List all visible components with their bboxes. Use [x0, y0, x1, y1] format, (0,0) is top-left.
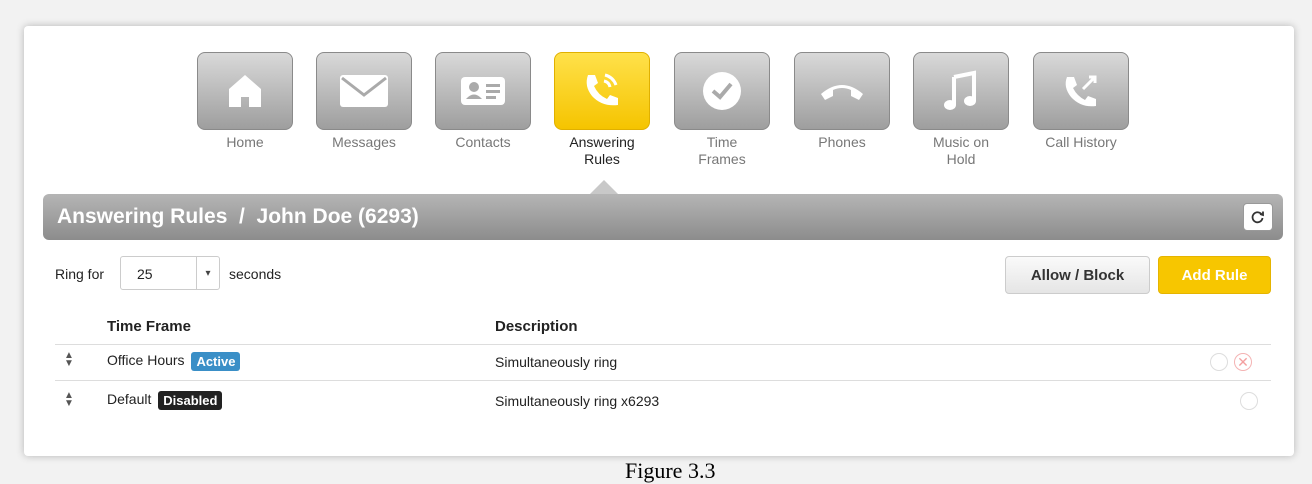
home-icon: [229, 75, 261, 107]
nav-home[interactable]: Home: [195, 52, 295, 151]
column-header-description[interactable]: Description: [495, 318, 578, 335]
add-rule-button[interactable]: Add Rule: [1158, 256, 1271, 294]
nav-phones-label: Phones: [818, 134, 866, 150]
clock-icon: [703, 72, 741, 110]
row-time-frame: Office Hours: [107, 352, 185, 369]
row-time-frame: Default: [107, 391, 152, 408]
row-description: Simultaneously ring x6293: [495, 393, 660, 409]
edit-icon[interactable]: [1240, 392, 1258, 410]
seconds-label: seconds: [229, 266, 282, 282]
row-divider: [55, 380, 1271, 381]
drag-handle-icon[interactable]: ▲ ▼: [64, 351, 74, 369]
allow-block-button[interactable]: Allow / Block: [1005, 256, 1150, 294]
section-header: Answering Rules / John Doe (6293): [43, 194, 1283, 240]
refresh-button[interactable]: [1243, 203, 1273, 231]
table-row[interactable]: Default Disabled: [107, 391, 223, 410]
column-header-time-frame[interactable]: Time Frame: [107, 318, 191, 335]
nav-music-on-hold-label: Music on Hold: [932, 134, 990, 167]
chevron-down-icon[interactable]: ▾: [196, 257, 219, 289]
nav-messages-label: Messages: [332, 134, 396, 150]
nav-call-history-label: Call History: [1045, 134, 1117, 150]
home-tile[interactable]: [197, 52, 293, 130]
nav-time-frames[interactable]: Time Frames: [672, 52, 772, 168]
nav-call-history[interactable]: Call History: [1031, 52, 1131, 151]
answering-rules-tile[interactable]: [554, 52, 650, 130]
status-badge: Disabled: [158, 391, 223, 410]
edit-icon[interactable]: [1210, 353, 1228, 371]
music-note-icon: [944, 70, 976, 110]
envelope-icon: [340, 75, 388, 107]
nav-home-label: Home: [226, 134, 264, 150]
call-history-tile[interactable]: [1033, 52, 1129, 130]
nav-messages[interactable]: Messages: [314, 52, 414, 151]
music-on-hold-tile[interactable]: [913, 52, 1009, 130]
ring-seconds-select[interactable]: 25 ▾: [120, 256, 220, 290]
delete-icon[interactable]: ✕: [1234, 353, 1252, 371]
nav-answering-rules[interactable]: Answering Rules: [552, 52, 652, 168]
phones-tile[interactable]: [794, 52, 890, 130]
messages-tile[interactable]: [316, 52, 412, 130]
nav-time-frames-label: Time Frames: [698, 134, 746, 167]
nav-phones[interactable]: Phones: [792, 52, 892, 151]
table-row[interactable]: Office Hours Active: [107, 352, 241, 371]
row-description: Simultaneously ring: [495, 354, 618, 370]
header-divider: [55, 344, 1271, 345]
phone-ringing-icon: [586, 73, 618, 106]
status-badge: Active: [191, 352, 241, 371]
active-tab-pointer: [590, 180, 618, 194]
refresh-icon: [1251, 211, 1264, 224]
time-frames-tile[interactable]: [674, 52, 770, 130]
nav-answering-rules-label: Answering Rules: [569, 134, 635, 167]
ring-for-label: Ring for: [55, 266, 105, 282]
nav-contacts-label: Contacts: [455, 134, 511, 150]
contacts-tile[interactable]: [435, 52, 531, 130]
drag-handle-icon[interactable]: ▲ ▼: [64, 391, 74, 409]
page-title: Answering Rules / John Doe (6293): [57, 205, 419, 228]
answering-rules-panel: Home Messages Contacts Answering Rules T…: [24, 26, 1294, 456]
handset-icon: [821, 85, 863, 100]
contact-card-icon: [461, 77, 505, 105]
figure-caption: Figure 3.3: [625, 458, 716, 483]
nav-music-on-hold[interactable]: Music on Hold: [911, 52, 1011, 168]
call-history-icon: [1065, 75, 1097, 107]
ring-seconds-value: 25: [137, 266, 153, 282]
nav-contacts[interactable]: Contacts: [433, 52, 533, 151]
